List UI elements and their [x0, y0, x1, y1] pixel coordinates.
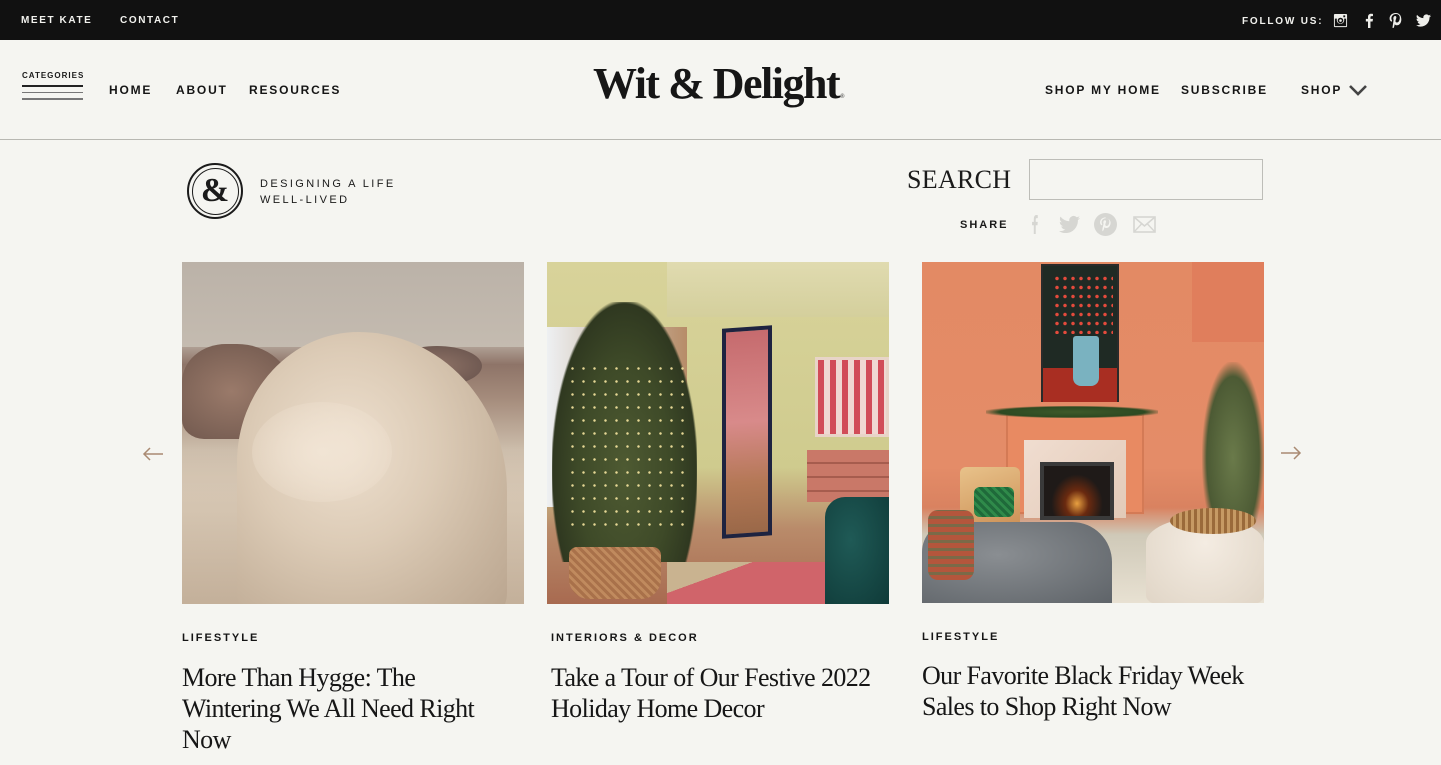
logo-registered-mark: ® [840, 94, 845, 100]
share-facebook-icon[interactable] [1028, 213, 1042, 235]
categories-menu-button[interactable]: CATEGORIES [22, 71, 84, 105]
nav-shop-my-home[interactable]: SHOP MY HOME [1045, 83, 1161, 97]
nav-subscribe[interactable]: SUBSCRIBE [1181, 83, 1268, 97]
follow-us-label: FOLLOW US: [1242, 16, 1324, 27]
post-image-bed[interactable] [182, 262, 524, 604]
share-pinterest-icon[interactable] [1093, 212, 1117, 236]
post-card: LIFESTYLE More Than Hygge: The Wintering… [182, 262, 524, 754]
ampersand-glyph: & [191, 167, 239, 215]
logo-text: Wit & Delight [593, 59, 841, 108]
categories-label: CATEGORIES [22, 71, 85, 80]
post-title[interactable]: Our Favorite Black Friday Week Sales to … [922, 660, 1264, 722]
post-image-holiday-room[interactable] [547, 262, 889, 604]
nav-resources[interactable]: RESOURCES [249, 83, 341, 97]
meet-kate-link[interactable]: MEET KATE [21, 15, 92, 26]
facebook-icon[interactable] [1361, 12, 1377, 28]
nav-shop[interactable]: SHOP [1301, 83, 1342, 97]
twitter-icon[interactable] [1415, 12, 1431, 28]
ampersand-badge-logo: & [187, 163, 243, 219]
post-category[interactable]: LIFESTYLE [922, 631, 999, 643]
tagline-line-2: WELL-LIVED [260, 194, 350, 206]
post-card: INTERIORS & DECOR Take a Tour of Our Fes… [547, 262, 889, 723]
share-email-icon[interactable] [1133, 213, 1156, 235]
site-logo[interactable]: Wit & Delight® [593, 62, 845, 106]
tagline: DESIGNING A LIFE WELL-LIVED [260, 176, 396, 208]
tagline-line-1: DESIGNING A LIFE [260, 178, 396, 190]
hamburger-icon [22, 85, 83, 100]
instagram-icon[interactable] [1332, 12, 1348, 28]
top-bar: MEET KATE CONTACT FOLLOW US: [0, 0, 1441, 40]
arrow-right-icon[interactable] [1280, 444, 1302, 462]
search-label: SEARCH [907, 165, 1012, 194]
arrow-left-icon[interactable] [142, 445, 164, 463]
main-header: CATEGORIES HOME ABOUT RESOURCES Wit & De… [0, 40, 1441, 140]
share-twitter-icon[interactable] [1056, 213, 1082, 235]
post-category[interactable]: INTERIORS & DECOR [551, 632, 699, 644]
post-image-orange-living-room[interactable] [922, 262, 1264, 603]
nav-home[interactable]: HOME [109, 83, 152, 97]
post-category[interactable]: LIFESTYLE [182, 632, 259, 644]
post-title[interactable]: More Than Hygge: The Wintering We All Ne… [182, 662, 502, 755]
post-title[interactable]: Take a Tour of Our Festive 2022 Holiday … [551, 662, 896, 724]
pinterest-icon[interactable] [1387, 12, 1403, 28]
chevron-down-icon[interactable] [1348, 83, 1368, 97]
post-card: LIFESTYLE Our Favorite Black Friday Week… [922, 262, 1264, 721]
nav-about[interactable]: ABOUT [176, 83, 228, 97]
contact-link[interactable]: CONTACT [120, 15, 179, 26]
search-input[interactable] [1029, 159, 1263, 200]
share-label: SHARE [960, 219, 1009, 231]
